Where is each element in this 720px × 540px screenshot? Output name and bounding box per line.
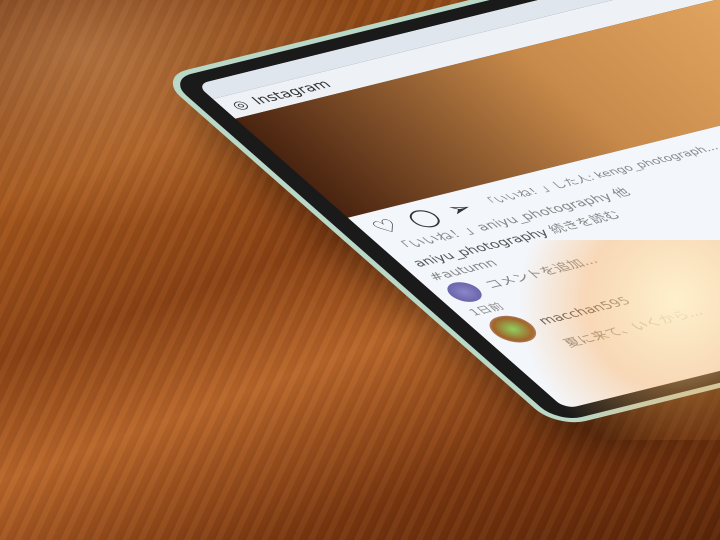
heart-icon[interactable]: ♡ — [365, 215, 407, 239]
user-avatar — [440, 279, 489, 305]
camera-icon[interactable]: ◎ — [227, 97, 253, 112]
comment-icon[interactable]: ◯ — [400, 205, 447, 230]
send-icon[interactable]: ➢ — [440, 197, 481, 220]
